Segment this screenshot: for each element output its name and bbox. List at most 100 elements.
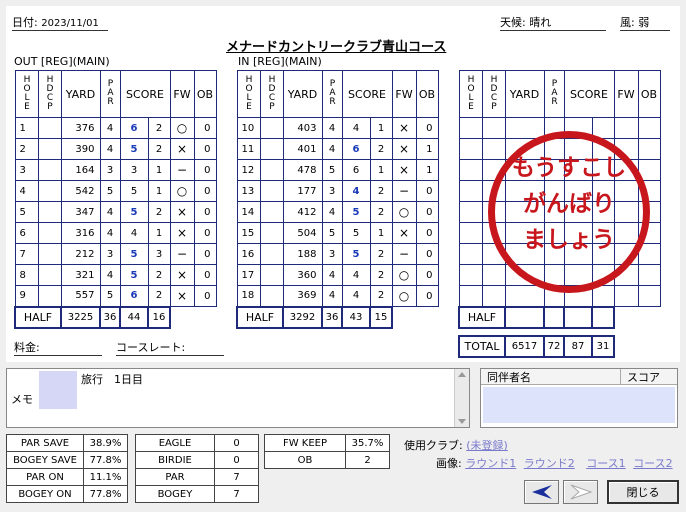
hole-row[interactable]: 12 478 5 6 1 × 1 [236,159,439,181]
fw-value: ○ [169,180,195,202]
yard-value: 212 [60,243,101,265]
putt-value: 2 [369,138,393,160]
stat-label: BOGEY [135,485,215,503]
hdcp-value [37,180,62,202]
fw-value: × [169,138,195,160]
hole-row[interactable]: 5 347 4 5 2 × 0 [14,201,217,223]
companion-row-selected[interactable] [483,387,675,423]
hole-header: HOLE [458,70,483,118]
stat-value: 11.1% [83,468,128,486]
scroll-down-icon[interactable] [458,419,466,424]
companions-list[interactable]: 同伴者名 スコア [480,368,678,428]
fw-value: × [169,264,195,286]
hole-row[interactable]: 16 188 3 5 2−0 [236,243,439,265]
score-value: 6 [119,117,149,139]
companion-name-header[interactable]: 同伴者名 [481,369,621,384]
hole-row[interactable]: 9 557 5 6 2 × 0 [14,285,217,307]
out-half-row: HALF 3225 36 44 16 [14,305,216,329]
hdcp-value [37,222,62,244]
ob-value: 1 [415,138,439,160]
hole-number: 3 [14,159,39,181]
fw-value: − [169,243,195,265]
date-label: 日付: [12,16,38,29]
wind-value: 弱 [638,16,650,29]
hole-header: HOLE [236,70,261,118]
hole-row[interactable]: 14 412 4 5 2 ○ 0 [236,201,439,223]
yard-value: 376 [60,117,101,139]
hole-row[interactable]: 13 177 3 4 2−0 [236,180,439,202]
hole-row[interactable]: 10 403 4 4 1 × 0 [236,117,439,139]
hole-number: 16 [236,243,261,265]
weather-field: 天候: 晴れ [500,14,606,31]
half-yard: 3225 [60,305,101,329]
fw-value: − [169,159,195,181]
putt-value: 2 [369,264,393,286]
par-value: 5 [321,222,343,244]
companion-score-header[interactable]: スコア [621,369,660,384]
hdcp-header: HDCP [259,70,284,118]
next-button[interactable] [563,480,598,504]
stat-label: PAR [135,468,215,486]
hole-row[interactable]: 8 321 4 5 2 × 0 [14,264,217,286]
stat-row: FW KEEP 35.7% [264,434,390,452]
yard-value: 478 [282,159,323,181]
fw-header: FW [391,70,417,118]
par-value: 4 [99,117,121,139]
putt-value: 2 [369,201,393,223]
image-course2-link[interactable]: コース2 [633,457,672,470]
fw-value: − [391,243,417,265]
close-button[interactable]: 閉じる [607,480,679,504]
hdcp-value [37,159,62,181]
image-label: 画像: [436,457,462,470]
hole-row[interactable]: 1 376 4 6 2 ○ 0 [14,117,217,139]
prev-button[interactable] [524,480,559,504]
fw-value: × [391,117,417,139]
hole-row[interactable]: 6 316 4 4 1 × 0 [14,222,217,244]
blank-cell [481,117,506,139]
image-course1-link[interactable]: コース1 [586,457,625,470]
hole-row[interactable]: 3 164 3 3 1−0 [14,159,217,181]
stat-label: FW KEEP [264,434,346,452]
hole-row[interactable]: 17 360 4 4 2 ○ 0 [236,264,439,286]
memo-scrollbar[interactable] [454,369,469,427]
memo-text[interactable]: 旅行 1日目 [81,371,143,387]
course-rate-field: コースレート: [116,339,224,356]
hole-row[interactable]: 7 212 3 5 3−0 [14,243,217,265]
score-value: 4 [341,180,371,202]
stat-row: PAR SAVE 38.9% [6,434,128,452]
par-value: 4 [321,138,343,160]
putt-value: 2 [147,117,171,139]
fw-value: × [391,159,417,181]
ob-header: OB [637,70,661,118]
ob-value: 1 [415,159,439,181]
total-row: TOTAL 6517 72 87 31 [458,334,660,358]
half-par: 36 [99,305,121,329]
score-value: 5 [119,138,149,160]
hole-row[interactable]: 2 390 4 5 2 × 0 [14,138,217,160]
yard-value: 542 [60,180,101,202]
putt-value: 1 [147,159,171,181]
ob-value: 0 [193,117,217,139]
memo-thumbnail [39,371,77,409]
hole-row[interactable]: 18 369 4 4 2 ○ 0 [236,285,439,307]
par-value: 3 [99,243,121,265]
hole-row[interactable]: 15 504 5 5 1 × 0 [236,222,439,244]
par-value: 3 [99,159,121,181]
putt-value: 2 [147,285,171,307]
putt-value: 3 [147,243,171,265]
stat-value: 77.8% [83,485,128,503]
scroll-up-icon[interactable] [458,372,466,377]
stat-label: EAGLE [135,434,215,452]
stat-value: 35.7% [345,434,390,452]
image-round1-link[interactable]: ラウンド1 [465,457,516,470]
ob-value: 0 [193,243,217,265]
image-round2-link[interactable]: ラウンド2 [524,457,575,470]
hole-row[interactable]: 11 401 4 6 2 × 1 [236,138,439,160]
hole-number: 4 [14,180,39,202]
par-value: 5 [321,159,343,181]
yard-value: 369 [282,285,323,307]
hole-row[interactable]: 4 542 5 5 1 ○ 0 [14,180,217,202]
fw-value: × [169,285,195,307]
hdcp-value [37,264,62,286]
club-link[interactable]: (未登録) [466,439,508,452]
